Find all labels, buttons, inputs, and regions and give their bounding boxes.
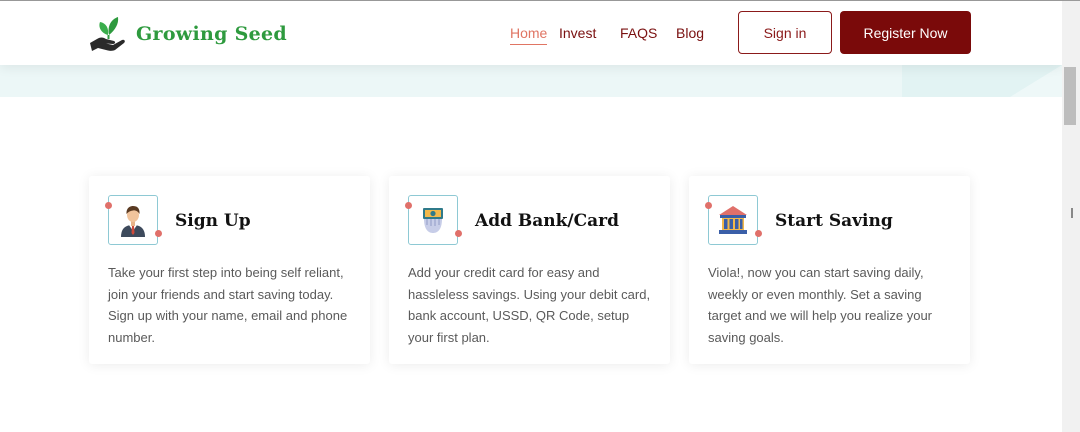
- accent-dot: [405, 202, 412, 209]
- accent-dot: [705, 202, 712, 209]
- accent-dot: [455, 230, 462, 237]
- nav-faqs[interactable]: FAQS: [620, 25, 657, 41]
- step-icon-frame: [108, 195, 158, 245]
- nav-invest[interactable]: Invest: [559, 25, 596, 41]
- accent-dot: [155, 230, 162, 237]
- step-icon-frame: [408, 195, 458, 245]
- step-title: Sign Up: [175, 211, 251, 231]
- seedling-hand-icon: [90, 17, 125, 51]
- scrollbar-thumb[interactable]: [1064, 67, 1076, 125]
- step-card-add-bank-card: Add Bank/Card Add your credit card for e…: [389, 176, 670, 364]
- brand-logo[interactable]: Growing Seed: [88, 13, 287, 55]
- step-title: Add Bank/Card: [475, 211, 620, 231]
- step-card-start-saving: Start Saving Viola!, now you can start s…: [689, 176, 970, 364]
- bank-icon: [719, 206, 747, 234]
- sign-in-button[interactable]: Sign in: [738, 11, 832, 54]
- step-description: Viola!, now you can start saving daily, …: [708, 265, 933, 345]
- step-description: Add your credit card for easy and hassle…: [408, 265, 651, 345]
- step-title: Start Saving: [775, 211, 893, 231]
- accent-dot: [105, 202, 112, 209]
- money-hand-icon: [423, 208, 443, 233]
- site-header: Growing Seed Home Invest FAQS Blog Sign …: [0, 1, 1062, 65]
- register-now-button[interactable]: Register Now: [840, 11, 971, 54]
- scrollbar-marker: [1071, 208, 1073, 218]
- step-description: Take your first step into being self rel…: [108, 265, 348, 345]
- nav-blog[interactable]: Blog: [676, 25, 704, 41]
- businessman-icon: [121, 206, 145, 237]
- brand-name: Growing Seed: [136, 23, 287, 45]
- step-icon-frame: [708, 195, 758, 245]
- nav-home[interactable]: Home: [510, 25, 548, 45]
- accent-dot: [755, 230, 762, 237]
- step-card-sign-up: Sign Up Take your first step into being …: [89, 176, 370, 364]
